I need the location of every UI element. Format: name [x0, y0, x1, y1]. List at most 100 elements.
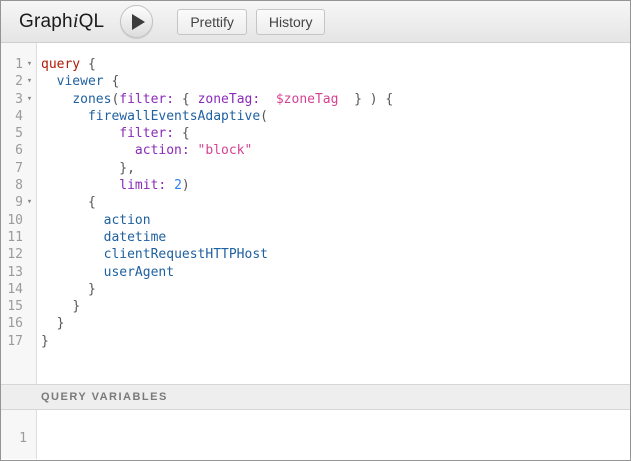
line-number: 7: [1, 160, 23, 177]
code-line[interactable]: filter: {: [41, 125, 630, 142]
code-line[interactable]: clientRequestHTTPHost: [41, 246, 630, 263]
code-token: [41, 213, 104, 228]
toolbar: GraphiQL Prettify History: [1, 1, 630, 43]
fold-spacer: [23, 125, 36, 142]
code-line[interactable]: query {: [41, 56, 630, 73]
line-number: 2: [1, 73, 23, 90]
fold-spacer: [23, 212, 36, 229]
fold-spacer: [23, 160, 36, 177]
query-variables-title: Query Variables: [41, 391, 168, 403]
line-number: 17: [1, 333, 23, 350]
code-line[interactable]: }: [41, 281, 630, 298]
line-number-row: 10: [1, 212, 36, 229]
code-token: [41, 299, 72, 314]
query-gutter: 1▾2▾3▾456789▾1011121314151617: [1, 43, 37, 384]
line-number-row: 9▾: [1, 194, 36, 211]
line-number: 14: [1, 281, 23, 298]
code-line[interactable]: datetime: [41, 229, 630, 246]
code-token: zoneTag:: [198, 92, 261, 107]
line-number: 16: [1, 315, 23, 332]
code-line[interactable]: action: [41, 212, 630, 229]
fold-spacer: [23, 177, 36, 194]
line-number: 10: [1, 212, 23, 229]
code-line[interactable]: firewallEventsAdaptive(: [41, 108, 630, 125]
fold-spacer: [23, 142, 36, 159]
code-token: [41, 74, 57, 89]
code-line[interactable]: }: [41, 333, 630, 350]
fold-spacer: [23, 264, 36, 281]
code-line[interactable]: zones(filter: { zoneTag: $zoneTag } ) {: [41, 91, 630, 108]
logo-text-graph: Graph: [19, 11, 73, 32]
code-token: (: [260, 109, 268, 124]
variables-editor: 1 {"zoneTag":""}: [1, 410, 630, 459]
code-token: [41, 161, 119, 176]
code-token: $zoneTag: [276, 92, 339, 107]
code-token: {: [104, 74, 120, 89]
line-number-row: 14: [1, 281, 36, 298]
line-number-row: 7: [1, 160, 36, 177]
line-number: 5: [1, 125, 23, 142]
fold-arrow-icon[interactable]: ▾: [23, 91, 36, 108]
line-number-row: 1▾: [1, 56, 36, 73]
line-number: 1: [1, 430, 27, 447]
code-line[interactable]: },: [41, 160, 630, 177]
fold-arrow-icon[interactable]: ▾: [23, 73, 36, 90]
history-button[interactable]: History: [256, 9, 326, 35]
code-line[interactable]: userAgent: [41, 264, 630, 281]
fold-spacer: [23, 281, 36, 298]
code-token: [166, 178, 174, 193]
line-number-row: 12: [1, 246, 36, 263]
code-token: [190, 143, 198, 158]
line-number-row: 16: [1, 315, 36, 332]
code-token: [41, 316, 57, 331]
code-token: query: [41, 57, 80, 72]
prettify-button[interactable]: Prettify: [177, 9, 247, 35]
code-line[interactable]: {: [41, 194, 630, 211]
code-token: [41, 247, 104, 262]
code-token: {: [88, 195, 96, 210]
fold-spacer: [23, 108, 36, 125]
fold-spacer: [23, 229, 36, 246]
line-number: 6: [1, 142, 23, 159]
line-number: 8: [1, 177, 23, 194]
code-token: [41, 126, 119, 141]
logo-text-ql: QL: [79, 11, 105, 32]
query-code[interactable]: query { viewer { zones(filter: { zoneTag…: [37, 43, 630, 384]
fold-spacer: [23, 315, 36, 332]
line-number-row: 2▾: [1, 73, 36, 90]
variables-code[interactable]: {"zoneTag":""}: [37, 410, 630, 459]
code-line[interactable]: }: [41, 315, 630, 332]
query-variables-header[interactable]: Query Variables: [1, 384, 630, 410]
line-number: 4: [1, 108, 23, 125]
code-token: {: [174, 92, 197, 107]
code-token: clientRequestHTTPHost: [104, 247, 268, 262]
code-line[interactable]: action: "block": [41, 142, 630, 159]
code-token: [260, 92, 276, 107]
line-number: 15: [1, 298, 23, 315]
line-number-row: 6: [1, 142, 36, 159]
fold-arrow-icon[interactable]: ▾: [23, 56, 36, 73]
code-line[interactable]: }: [41, 298, 630, 315]
line-number: 11: [1, 229, 23, 246]
query-editor: 1▾2▾3▾456789▾1011121314151617 query { vi…: [1, 43, 630, 384]
code-token: [41, 178, 119, 193]
code-line[interactable]: limit: 2): [41, 177, 630, 194]
code-token: },: [119, 161, 135, 176]
code-token: }: [41, 334, 49, 349]
code-token: 2: [174, 178, 182, 193]
code-line[interactable]: viewer {: [41, 73, 630, 90]
fold-arrow-icon[interactable]: ▾: [23, 194, 36, 211]
code-token: filter:: [119, 126, 174, 141]
line-number-row: 5: [1, 125, 36, 142]
code-token: action: [104, 213, 151, 228]
play-icon: [132, 14, 145, 30]
code-token: filter:: [119, 92, 174, 107]
code-token: [41, 92, 72, 107]
line-number-row: 11: [1, 229, 36, 246]
execute-query-button[interactable]: [120, 5, 153, 38]
line-number-row: 13: [1, 264, 36, 281]
code-token: {: [80, 57, 96, 72]
code-token: }: [72, 299, 80, 314]
graphiql-logo: GraphiQL: [19, 10, 104, 33]
code-token: {: [174, 126, 190, 141]
